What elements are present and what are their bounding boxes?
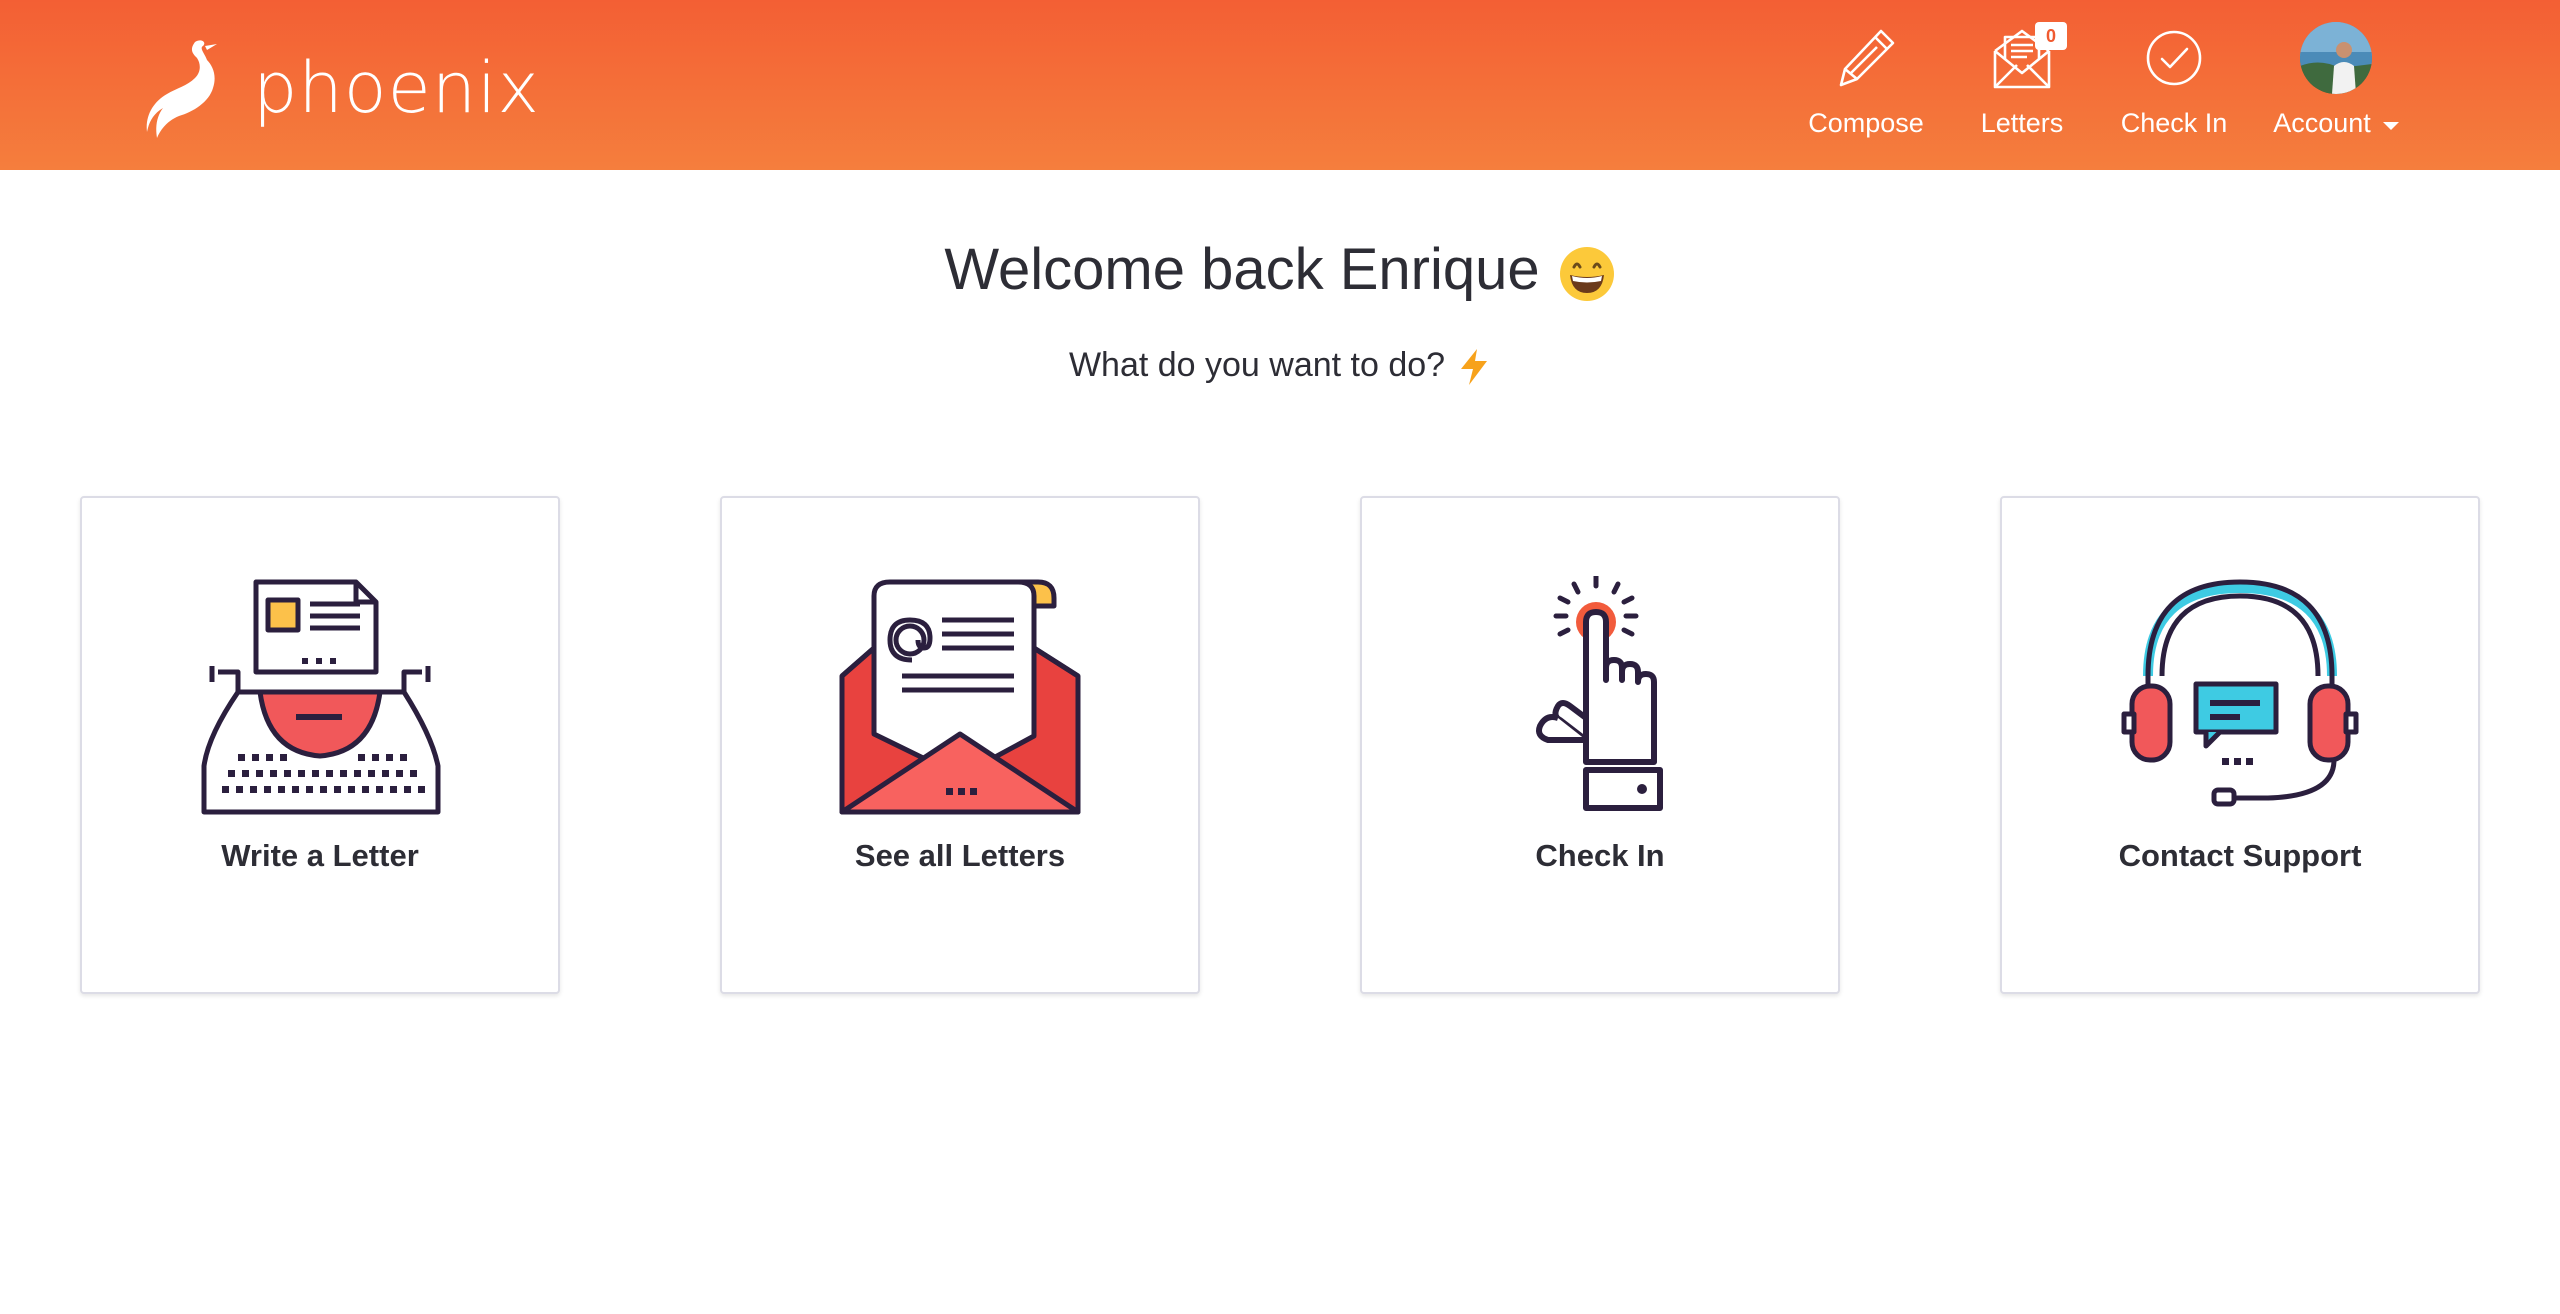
nav-compose[interactable]: Compose: [1806, 22, 1926, 152]
headset-icon: [2121, 579, 2358, 807]
card-illustration: [722, 576, 1198, 821]
card-illustration: [82, 576, 558, 821]
caret-down-icon: [2382, 121, 2399, 130]
grinning-face-icon: [1559, 246, 1614, 301]
top-navbar: phoenix Compose 0 Letters Check In Accou…: [0, 0, 2560, 170]
nav-compose-label: Compose: [1808, 108, 1924, 138]
nav-checkin[interactable]: Check In: [2114, 22, 2234, 152]
nav-letters[interactable]: 0 Letters: [1972, 22, 2072, 152]
card-check-in[interactable]: Check In: [1360, 496, 1840, 994]
card-illustration: [2002, 576, 2478, 821]
open-envelope-icon: [839, 579, 1080, 815]
main-nav: Compose 0 Letters Check In Account: [0, 22, 2560, 152]
nav-account-label: Account: [2273, 108, 2399, 139]
page-subtitle: What do you want to do?: [0, 340, 2560, 390]
nav-checkin-label: Check In: [2120, 108, 2228, 138]
nav-account[interactable]: Account: [2262, 22, 2410, 152]
card-label: Check In: [1535, 838, 1665, 873]
page-title: Welcome back Enrique: [0, 230, 2560, 310]
tap-finger-icon: [1535, 576, 1663, 811]
card-see-letters[interactable]: See all Letters: [720, 496, 1200, 994]
pencil-icon: [1833, 22, 1899, 94]
letters-count-badge: 0: [2035, 22, 2067, 50]
nav-letters-label: Letters: [1980, 108, 2064, 138]
welcome-title-text: Welcome back Enrique: [944, 237, 1540, 302]
card-label: Contact Support: [2118, 838, 2362, 873]
avatar-wrapper: [2300, 22, 2372, 94]
avatar: [2300, 22, 2372, 94]
card-label: See all Letters: [854, 838, 1066, 873]
card-illustration: [1362, 576, 1838, 821]
account-label-text: Account: [2273, 108, 2371, 138]
card-contact-support[interactable]: Contact Support: [2000, 496, 2480, 994]
card-label: Write a Letter: [221, 838, 419, 873]
typewriter-icon: [201, 579, 440, 815]
subtitle-text: What do you want to do?: [1068, 346, 1446, 384]
check-circle-icon: [2145, 22, 2203, 94]
card-write-letter[interactable]: Write a Letter: [80, 496, 560, 994]
lightning-icon: [1461, 349, 1488, 386]
envelope-icon: 0: [1991, 22, 2067, 94]
